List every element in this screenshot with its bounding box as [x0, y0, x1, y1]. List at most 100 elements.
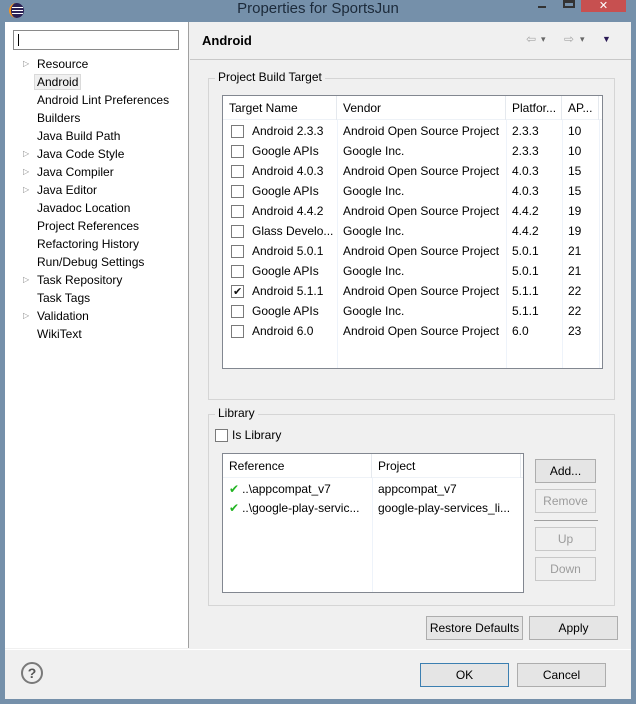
library-row[interactable]: ✔ ..\appcompat_v7 appcompat_v7 — [223, 479, 523, 499]
column-platform[interactable]: Platfor... — [506, 96, 562, 120]
restore-defaults-button[interactable]: Restore Defaults — [426, 616, 523, 640]
cell-name: Android 5.0.1 — [252, 244, 324, 258]
target-checkbox[interactable] — [231, 245, 244, 258]
target-row[interactable]: Google APIs Google Inc. 5.0.1 21 — [223, 261, 602, 281]
add-library-button[interactable]: Add... — [535, 459, 596, 483]
close-button[interactable]: ✕ — [581, 0, 626, 12]
cell-platform: 4.0.3 — [512, 164, 539, 178]
target-checkbox[interactable] — [231, 205, 244, 218]
target-row[interactable]: Google APIs Google Inc. 4.0.3 15 — [223, 181, 602, 201]
sidebar-item-label: Task Repository — [37, 273, 123, 287]
cell-vendor: Google Inc. — [343, 304, 405, 318]
cell-api: 15 — [568, 164, 582, 178]
library-table[interactable]: Reference Project ✔ ..\appcompat_v7 appcom… — [222, 453, 524, 593]
cell-platform: 2.3.3 — [512, 144, 539, 158]
back-arrow-icon[interactable]: ⇦ — [526, 32, 536, 46]
target-row[interactable]: Glass Develo... Google Inc. 4.4.2 19 — [223, 221, 602, 241]
sidebar-item[interactable]: Javadoc Location — [5, 199, 189, 217]
minimize-button[interactable] — [536, 0, 550, 14]
dialog-footer: ? OK Cancel — [5, 649, 631, 699]
target-checkbox[interactable] — [231, 225, 244, 238]
target-checkbox[interactable] — [231, 282, 244, 302]
column-target-name[interactable]: Target Name — [223, 96, 337, 120]
cell-vendor: Android Open Source Project — [343, 324, 500, 338]
cell-project: google-play-services_li... — [378, 501, 511, 515]
target-checkbox[interactable] — [231, 265, 244, 278]
expand-arrow-icon[interactable]: ▷ — [23, 271, 29, 289]
cell-project: appcompat_v7 — [378, 482, 457, 496]
sidebar-item[interactable]: Project References — [5, 217, 189, 235]
target-checkbox[interactable] — [231, 325, 244, 338]
sidebar-item[interactable]: Java Build Path — [5, 127, 189, 145]
cell-api: 19 — [568, 224, 582, 238]
cell-api: 10 — [568, 124, 582, 138]
column-api[interactable]: AP... — [562, 96, 599, 120]
column-project[interactable]: Project — [372, 454, 521, 478]
sidebar-item[interactable]: ▷ Validation — [5, 307, 189, 325]
sidebar-item[interactable]: Android Lint Preferences — [5, 91, 189, 109]
target-checkbox[interactable] — [231, 185, 244, 198]
cell-reference: ✔ ..\google-play-servic... — [229, 498, 359, 518]
build-target-group: Project Build Target Target Name Vendor … — [208, 70, 615, 400]
column-vendor[interactable]: Vendor — [337, 96, 506, 120]
column-reference[interactable]: Reference — [223, 454, 372, 478]
cell-name: Google APIs — [252, 144, 319, 158]
target-row[interactable]: Android 5.1.1 Android Open Source Project… — [223, 281, 602, 302]
expand-arrow-icon[interactable]: ▷ — [23, 163, 29, 181]
sidebar-item[interactable]: Refactoring History — [5, 235, 189, 253]
target-checkbox[interactable] — [231, 145, 244, 158]
target-checkbox[interactable] — [231, 125, 244, 138]
build-target-table[interactable]: Target Name Vendor Platfor... AP... Andr… — [222, 95, 603, 369]
target-row[interactable]: Android 2.3.3 Android Open Source Project… — [223, 121, 602, 141]
sidebar-item[interactable]: WikiText — [5, 325, 189, 343]
sidebar-item-label: Java Editor — [37, 183, 98, 197]
reference-text: ..\google-play-servic... — [242, 501, 360, 515]
target-row[interactable]: Google APIs Google Inc. 2.3.3 10 — [223, 141, 602, 161]
property-page: Android ⇦ ▾ ⇨ ▾ ▼ Project Build Target T… — [190, 22, 631, 648]
ok-button[interactable]: OK — [420, 663, 509, 687]
view-menu-icon[interactable]: ▼ — [602, 34, 611, 44]
sidebar-item-label: Task Tags — [37, 291, 91, 305]
sidebar-item[interactable]: ▷ Java Compiler — [5, 163, 189, 181]
expand-arrow-icon[interactable]: ▷ — [23, 145, 29, 163]
sidebar-item[interactable]: ▷ Task Repository — [5, 271, 189, 289]
sidebar-item[interactable]: Android — [5, 73, 189, 91]
cell-api: 10 — [568, 144, 582, 158]
forward-arrow-icon[interactable]: ⇨ — [564, 32, 574, 46]
target-row[interactable]: Android 4.4.2 Android Open Source Project… — [223, 201, 602, 221]
sidebar-item[interactable]: Builders — [5, 109, 189, 127]
cell-name: Android 4.0.3 — [252, 164, 324, 178]
forward-dropdown-icon[interactable]: ▾ — [580, 34, 585, 45]
is-library-checkbox[interactable] — [215, 429, 228, 442]
expand-arrow-icon[interactable]: ▷ — [23, 55, 29, 73]
target-row[interactable]: Android 6.0 Android Open Source Project 6.… — [223, 321, 602, 341]
remove-library-button[interactable]: Remove — [535, 489, 596, 513]
sidebar-item[interactable]: ▷ Java Code Style — [5, 145, 189, 163]
target-checkbox[interactable] — [231, 165, 244, 178]
maximize-button[interactable] — [563, 0, 575, 8]
target-row[interactable]: Google APIs Google Inc. 5.1.1 22 — [223, 301, 602, 321]
cancel-button[interactable]: Cancel — [517, 663, 606, 687]
target-checkbox[interactable] — [231, 305, 244, 318]
cell-vendor: Android Open Source Project — [343, 204, 500, 218]
library-row[interactable]: ✔ ..\google-play-servic... google-play-ser… — [223, 498, 523, 518]
expand-arrow-icon[interactable]: ▷ — [23, 307, 29, 325]
valid-check-icon: ✔ — [229, 501, 240, 515]
target-row[interactable]: Android 4.0.3 Android Open Source Project… — [223, 161, 602, 181]
apply-button[interactable]: Apply — [529, 616, 618, 640]
sidebar-item-label: Builders — [37, 111, 81, 125]
target-row[interactable]: Android 5.0.1 Android Open Source Project… — [223, 241, 602, 261]
sidebar-item-label: Java Compiler — [37, 165, 114, 179]
button-separator — [534, 520, 598, 521]
sidebar-item-label: Project References — [37, 219, 140, 233]
up-button[interactable]: Up — [535, 527, 596, 551]
help-icon[interactable]: ? — [21, 662, 43, 684]
sidebar-item[interactable]: Run/Debug Settings — [5, 253, 189, 271]
expand-arrow-icon[interactable]: ▷ — [23, 181, 29, 199]
sidebar-item[interactable]: ▷ Java Editor — [5, 181, 189, 199]
down-button[interactable]: Down — [535, 557, 596, 581]
sidebar-item[interactable]: Task Tags — [5, 289, 189, 307]
filter-input[interactable] — [13, 30, 179, 50]
back-dropdown-icon[interactable]: ▾ — [541, 34, 546, 45]
sidebar-item[interactable]: ▷ Resource — [5, 55, 189, 73]
